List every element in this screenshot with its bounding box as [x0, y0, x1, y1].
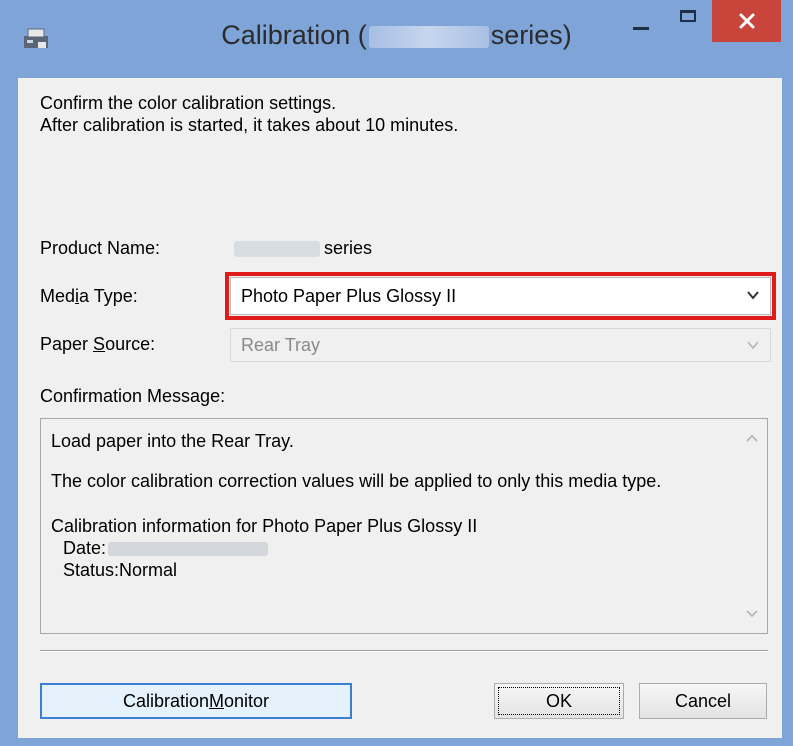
dialog-body: Confirm the color calibration settings. … [18, 78, 782, 738]
intro-line-1: Confirm the color calibration settings. [40, 93, 337, 113]
message-line: Status:Normal [63, 560, 178, 580]
product-name-label: Product Name: [40, 238, 161, 258]
media-type-label: Media Type: [40, 286, 138, 306]
message-line: The color calibration correction values … [51, 471, 662, 491]
media-type-select[interactable]: Photo Paper Plus Glossy II [230, 277, 771, 315]
message-line: Load paper into the Rear Tray. [51, 431, 294, 451]
scroll-up-icon[interactable] [745, 433, 759, 443]
chevron-down-icon [747, 291, 759, 300]
title-bar[interactable]: Calibration (series) [0, 0, 793, 78]
media-type-value: Photo Paper Plus Glossy II [241, 285, 457, 306]
ok-button[interactable]: OK [494, 683, 624, 719]
cancel-button[interactable]: Cancel [639, 683, 767, 719]
paper-source-value: Rear Tray [241, 334, 321, 355]
redacted-date [108, 542, 269, 557]
divider [40, 650, 768, 652]
redacted-product [234, 240, 320, 257]
paper-source-select: Rear Tray [230, 328, 771, 362]
maximize-icon[interactable] [668, 0, 712, 42]
message-date-line: Date: [63, 538, 269, 559]
product-name-value: series [234, 238, 372, 259]
redacted-model [368, 25, 489, 48]
message-line: Calibration information for Photo Paper … [51, 516, 478, 536]
calibration-dialog: Calibration (series) Confirm the color c… [0, 0, 793, 746]
confirmation-message-box[interactable]: Load paper into the Rear Tray. The color… [40, 418, 768, 634]
scroll-down-icon[interactable] [745, 609, 759, 619]
close-icon [739, 13, 754, 29]
confirmation-message-label: Confirmation Message: [40, 386, 226, 406]
calibration-monitor-button[interactable]: Calibration Monitor [40, 683, 352, 719]
minimize-icon[interactable] [620, 0, 664, 42]
intro-text: Confirm the color calibration settings. … [40, 92, 458, 136]
chevron-down-icon [747, 341, 759, 350]
intro-line-2: After calibration is started, it takes a… [40, 115, 459, 135]
paper-source-label: Paper Source: [40, 334, 156, 354]
close-button[interactable] [712, 0, 781, 42]
